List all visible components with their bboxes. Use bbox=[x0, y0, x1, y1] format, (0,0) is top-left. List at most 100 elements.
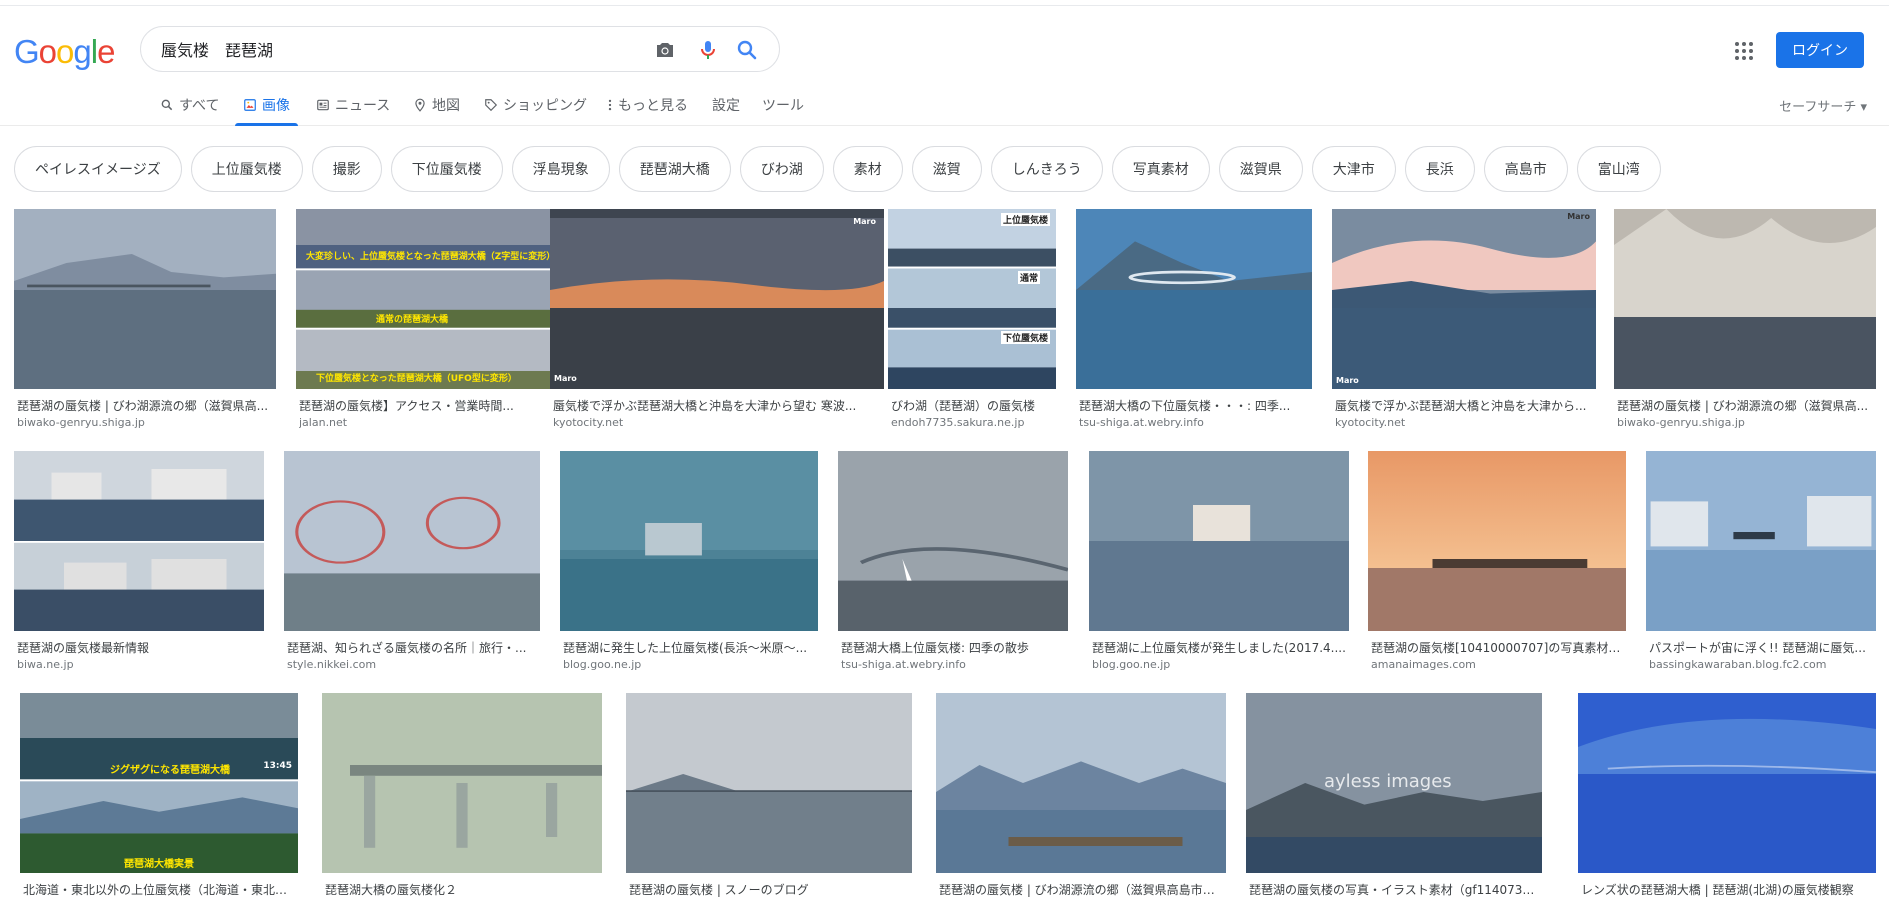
result-title[interactable]: 蜃気楼で浮かぶ琵琶湖大橋と沖島を大津から望む 寒波... bbox=[553, 397, 873, 414]
chip[interactable]: 高島市 bbox=[1483, 146, 1568, 192]
microphone-icon[interactable] bbox=[696, 38, 720, 62]
result-title[interactable]: 北海道・東北以外の上位蜃気楼（北海道・東北蜃... bbox=[23, 881, 297, 898]
search-input[interactable] bbox=[161, 27, 661, 71]
tab-label: ツール bbox=[762, 98, 804, 114]
header: Google ログイン すべて 画像 ニュース 地図 bbox=[0, 6, 1889, 126]
result-title[interactable]: 蜃気楼で浮かぶ琵琶湖大橋と沖島を大津から... bbox=[1335, 397, 1595, 414]
more-vert-icon bbox=[608, 99, 612, 111]
result-thumbnail[interactable]: 上位蜃気楼 通常 下位蜃気楼 bbox=[888, 209, 1056, 389]
search-box[interactable] bbox=[140, 26, 780, 72]
result-title[interactable]: 琵琶湖大橋の下位蜃気楼・・・: 四季... bbox=[1079, 397, 1311, 414]
tab-tools[interactable]: ツール bbox=[762, 84, 804, 126]
tag-icon bbox=[485, 99, 498, 112]
result-title[interactable]: 琵琶湖の蜃気楼 | びわ湖源流の郷（滋賀県高島市）... bbox=[939, 881, 1225, 898]
chip[interactable]: 下位蜃気楼 bbox=[390, 146, 503, 192]
result-source: biwako-genryu.shiga.jp bbox=[1617, 416, 1745, 429]
result-title[interactable]: 琵琶湖に上位蜃気楼が発生しました(2017.4.... bbox=[1092, 639, 1348, 656]
result-source: style.nikkei.com bbox=[287, 658, 377, 671]
chip[interactable]: 滋賀県 bbox=[1218, 146, 1303, 192]
tab-images[interactable]: 画像 bbox=[235, 84, 298, 126]
result-thumbnail[interactable] bbox=[14, 209, 276, 389]
result-thumbnail[interactable] bbox=[14, 451, 264, 631]
result-title[interactable]: 琵琶湖の蜃気楼の写真・イラスト素材（gf11407348... bbox=[1249, 881, 1541, 898]
tab-all[interactable]: すべて bbox=[160, 84, 219, 126]
result-thumbnail[interactable] bbox=[1646, 451, 1876, 631]
result-title[interactable]: 琵琶湖大橋の蜃気楼化２ bbox=[325, 881, 601, 898]
result-source: blog.goo.ne.jp bbox=[1092, 658, 1171, 671]
result-thumbnail[interactable]: Maro Maro bbox=[1332, 209, 1596, 389]
search-tabs: すべて 画像 ニュース 地図 ショッピング もっと見る 設定 ツール セーフサー… bbox=[0, 84, 1889, 126]
result-thumbnail[interactable] bbox=[1578, 693, 1876, 873]
result-thumbnail[interactable] bbox=[838, 451, 1068, 631]
result-title[interactable]: 琵琶湖の蜃気楼】アクセス・営業時間... bbox=[299, 397, 562, 414]
chip[interactable]: 写真素材 bbox=[1111, 146, 1210, 192]
tab-label: 画像 bbox=[262, 98, 290, 114]
google-logo[interactable]: Google bbox=[14, 32, 115, 72]
tab-label: ショッピング bbox=[503, 98, 587, 114]
login-button[interactable]: ログイン bbox=[1776, 32, 1864, 68]
result-thumbnail[interactable] bbox=[560, 451, 818, 631]
chip[interactable]: 上位蜃気楼 bbox=[190, 146, 303, 192]
result-title[interactable]: パスポートが宙に浮く!! 琵琶湖に蜃気... bbox=[1649, 639, 1875, 656]
result-thumbnail[interactable] bbox=[284, 451, 540, 631]
tab-shopping[interactable]: ショッピング bbox=[484, 84, 587, 126]
chip[interactable]: 浮島現象 bbox=[511, 146, 610, 192]
tab-label: もっと見る bbox=[618, 98, 688, 114]
result-thumbnail[interactable] bbox=[1089, 451, 1349, 631]
result-thumbnail[interactable] bbox=[626, 693, 912, 873]
result-source: tsu-shiga.at.webry.info bbox=[841, 658, 966, 671]
search-icon[interactable] bbox=[735, 38, 759, 62]
result-title[interactable]: 琵琶湖、知られざる蜃気楼の名所｜旅行・... bbox=[287, 639, 539, 656]
image-icon bbox=[244, 99, 256, 111]
result-thumbnail[interactable] bbox=[1076, 209, 1312, 389]
result-title[interactable]: 琵琶湖の蜃気楼 | びわ湖源流の郷（滋賀県高... bbox=[17, 397, 275, 414]
tab-news[interactable]: ニュース bbox=[316, 84, 390, 126]
chip[interactable]: 長浜 bbox=[1404, 146, 1475, 192]
result-title[interactable]: びわ湖（琵琶湖）の蜃気楼 bbox=[891, 397, 1055, 414]
result-thumbnail[interactable]: ジグザグになる琵琶湖大橋 13:45 琵琶湖大橋実景 bbox=[20, 693, 298, 873]
results-row-1: 琵琶湖の蜃気楼 | びわ湖源流の郷（滋賀県高... biwako-genryu.… bbox=[14, 209, 1889, 441]
chip[interactable]: びわ湖 bbox=[739, 146, 824, 192]
tab-maps[interactable]: 地図 bbox=[413, 84, 460, 126]
chip[interactable]: 撮影 bbox=[311, 146, 382, 192]
overlay-text: 通常 bbox=[1017, 271, 1040, 284]
chip[interactable]: 富山湾 bbox=[1576, 146, 1661, 192]
chip[interactable]: 琵琶湖大橋 bbox=[618, 146, 731, 192]
result-title[interactable]: 琵琶湖の蜃気楼 | スノーのブログ bbox=[629, 881, 911, 898]
result-title[interactable]: 琵琶湖の蜃気楼[10410000707]の写真素材・... bbox=[1371, 639, 1625, 656]
result-thumbnail[interactable] bbox=[936, 693, 1226, 873]
safesearch-dropdown[interactable]: セーフサーチ ▾ bbox=[1779, 96, 1867, 115]
result-thumbnail[interactable]: Maro Maro bbox=[550, 209, 884, 389]
result-thumbnail[interactable]: ayless images bbox=[1246, 693, 1542, 873]
result-source: amanaimages.com bbox=[1371, 658, 1476, 671]
result-source: endoh7735.sakura.ne.jp bbox=[891, 416, 1025, 429]
related-chips: ペイレスイメージズ 上位蜃気楼 撮影 下位蜃気楼 浮島現象 琵琶湖大橋 びわ湖 … bbox=[14, 146, 1661, 194]
result-title[interactable]: レンズ状の琵琶湖大橋 | 琵琶湖(北湖)の蜃気楼観察 bbox=[1581, 881, 1875, 898]
tab-settings[interactable]: 設定 bbox=[712, 84, 740, 126]
apps-grid-icon[interactable] bbox=[1732, 39, 1756, 63]
chip[interactable]: 素材 bbox=[832, 146, 903, 192]
result-thumbnail[interactable] bbox=[322, 693, 602, 873]
chip[interactable]: 滋賀 bbox=[911, 146, 982, 192]
result-thumbnail[interactable] bbox=[1614, 209, 1876, 389]
result-thumbnail[interactable] bbox=[1368, 451, 1626, 631]
chip[interactable]: ペイレスイメージズ bbox=[14, 146, 182, 192]
result-title[interactable]: 琵琶湖の蜃気楼 | びわ湖源流の郷（滋賀県高... bbox=[1617, 397, 1875, 414]
result-source: tsu-shiga.at.webry.info bbox=[1079, 416, 1204, 429]
watermark-text: Maro bbox=[853, 217, 876, 226]
result-source: kyotocity.net bbox=[553, 416, 624, 429]
chip[interactable]: 大津市 bbox=[1311, 146, 1396, 192]
watermark-text: Maro bbox=[554, 374, 577, 383]
overlay-text: ジグザグになる琵琶湖大橋 bbox=[110, 765, 230, 776]
tab-label: 設定 bbox=[712, 98, 740, 114]
tab-more[interactable]: もっと見る bbox=[607, 84, 688, 126]
result-title[interactable]: 琵琶湖の蜃気楼最新情報 bbox=[17, 639, 263, 656]
camera-icon[interactable] bbox=[653, 38, 677, 62]
result-source: blog.goo.ne.jp bbox=[563, 658, 642, 671]
result-thumbnail[interactable]: 大変珍しい、上位蜃気楼となった琵琶湖大橋（Z字型に変形） 通常の琵琶湖大橋 下位… bbox=[296, 209, 563, 389]
search-icon bbox=[161, 99, 173, 111]
result-title[interactable]: 琵琶湖大橋上位蜃気楼: 四季の散歩 bbox=[841, 639, 1067, 656]
result-source: biwako-genryu.shiga.jp bbox=[17, 416, 145, 429]
result-title[interactable]: 琵琶湖に発生した上位蜃気楼(長浜～米原～... bbox=[563, 639, 817, 656]
chip[interactable]: しんきろう bbox=[990, 146, 1103, 192]
